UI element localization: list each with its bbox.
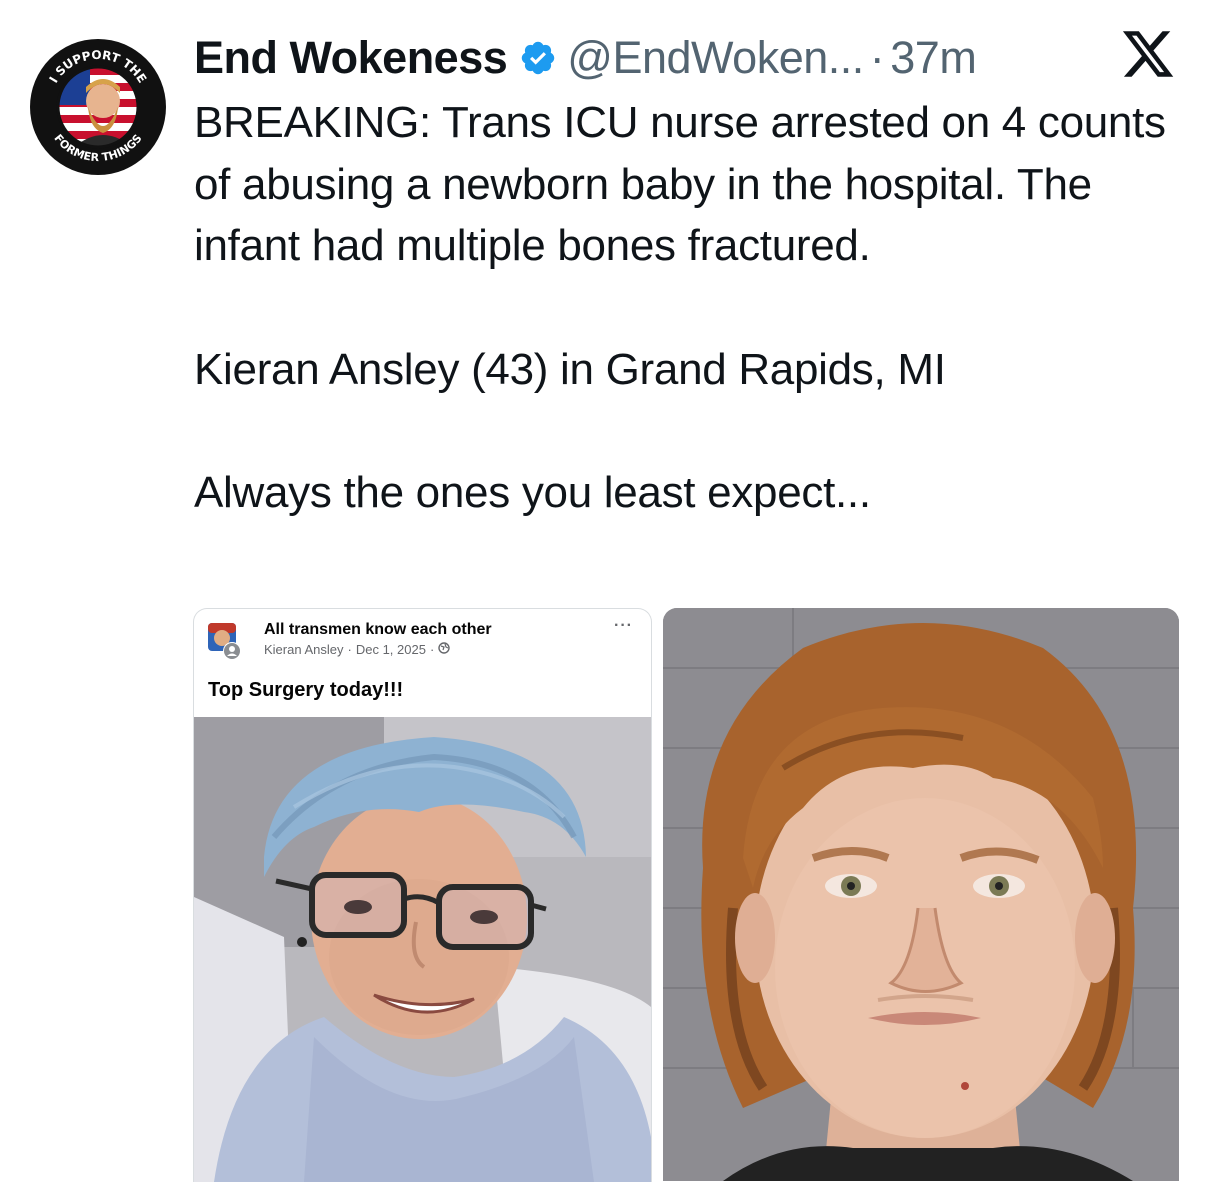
post-author[interactable]: Kieran Ansley [264,642,344,657]
timestamp[interactable]: 37m [890,32,977,84]
verified-badge-icon[interactable] [519,39,557,77]
embedded-post-header: All transmen know each other Kieran Ansl… [194,609,651,717]
more-options-icon[interactable]: ··· [614,617,633,635]
group-avatar [208,623,242,660]
tweet-paragraph-3: Always the ones you least expect... [194,468,871,517]
author-handle[interactable]: @EndWoken... [567,32,864,84]
meta-dot: · [347,642,352,657]
selfie-photo [194,717,651,1182]
display-name[interactable]: End Wokeness [194,32,508,84]
tweet-text: BREAKING: Trans ICU nurse arrested on 4 … [194,92,1184,524]
globe-icon [438,642,450,657]
media-image-1[interactable]: All transmen know each other Kieran Ansl… [193,608,652,1182]
post-caption: Top Surgery today!!! [208,679,404,701]
author-avatar[interactable]: I SUPPORT THE FORMER THINGS [28,37,168,177]
x-logo-icon[interactable] [1120,26,1176,82]
avatar-badge-image: I SUPPORT THE FORMER THINGS [30,39,166,175]
mugshot-photo [663,608,1179,1181]
meta-separator: · [869,32,885,83]
media-image-2[interactable] [663,608,1179,1181]
tweet-paragraph-1: BREAKING: Trans ICU nurse arrested on 4 … [194,98,1166,270]
post-date[interactable]: Dec 1, 2025 [356,642,426,657]
tweet-header: End Wokeness @EndWoken... · 37m [194,28,977,88]
group-name[interactable]: All transmen know each other [264,621,492,639]
post-meta: Kieran Ansley · Dec 1, 2025 · [264,642,450,657]
tweet-paragraph-2: Kieran Ansley (43) in Grand Rapids, MI [194,344,946,394]
meta-dot: · [429,642,435,657]
